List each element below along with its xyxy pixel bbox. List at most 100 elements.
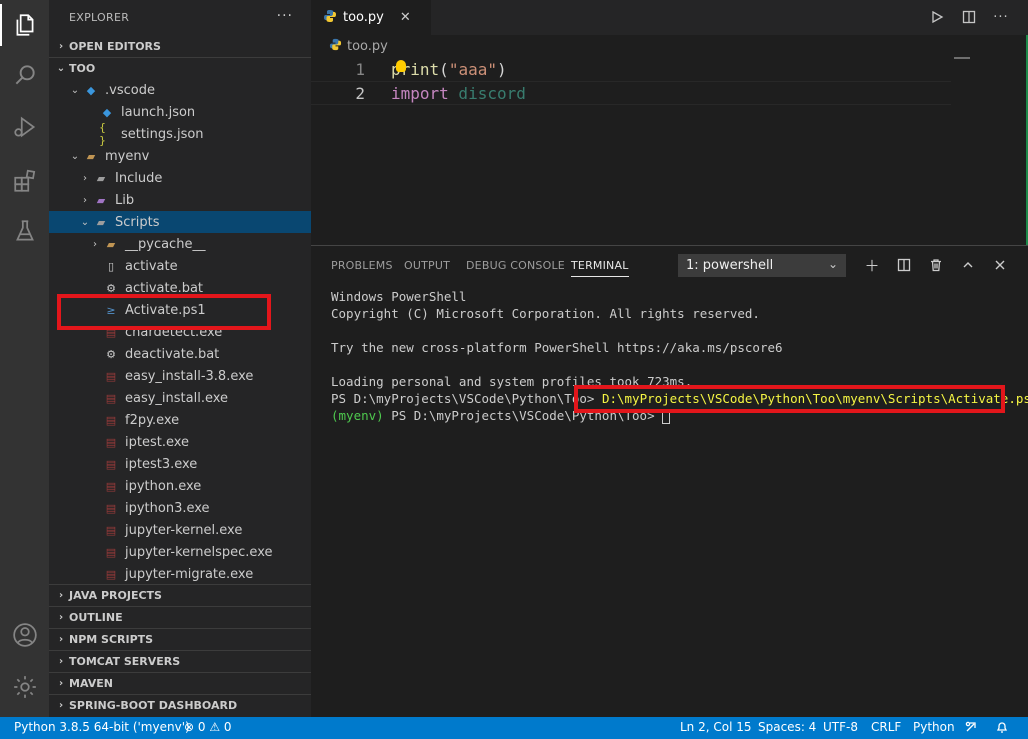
exe-icon: ▤ bbox=[105, 435, 117, 449]
indentation[interactable]: Spaces: 4 bbox=[758, 720, 816, 734]
section-label: MAVEN bbox=[69, 677, 113, 690]
tree-item[interactable]: ▤ ipython.exe bbox=[49, 475, 311, 497]
tree-item-label: activate bbox=[125, 258, 178, 274]
file-icon: ▯ bbox=[107, 259, 115, 273]
section-label: TOMCAT SERVERS bbox=[69, 655, 181, 668]
token-module: discord bbox=[448, 83, 526, 103]
exe-icon: ▤ bbox=[105, 391, 117, 405]
tab-problems[interactable]: PROBLEMS bbox=[331, 259, 393, 272]
chevron-right-icon: › bbox=[83, 172, 87, 184]
tree-item[interactable]: ▤ f2py.exe bbox=[49, 409, 311, 431]
tree-item[interactable]: ▯ activate bbox=[49, 255, 311, 277]
tree-item[interactable]: ◆ launch.json bbox=[49, 101, 311, 123]
notifications-bell-icon[interactable] bbox=[995, 720, 1009, 737]
section-label: TOO bbox=[69, 62, 96, 75]
exe-icon: ▤ bbox=[105, 545, 117, 559]
tree-item[interactable]: ▤ ipython3.exe bbox=[49, 497, 311, 519]
split-editor-icon[interactable] bbox=[960, 8, 978, 26]
tree-item[interactable]: ▤ easy_install.exe bbox=[49, 387, 311, 409]
problems-count[interactable]: ⊗ 0 ⚠ 0 bbox=[184, 720, 232, 734]
section-outline[interactable]: › OUTLINE bbox=[49, 606, 311, 628]
tree-item[interactable]: ▤ jupyter-kernel.exe bbox=[49, 519, 311, 541]
exe-icon: ▤ bbox=[105, 457, 117, 471]
code-line-1[interactable]: 1 print("aaa") bbox=[311, 57, 951, 81]
terminal-select[interactable]: 1: powershell ⌄ bbox=[678, 254, 846, 277]
tab-debug-console[interactable]: DEBUG CONSOLE bbox=[466, 259, 565, 272]
python-interpreter[interactable]: Python 3.8.5 64-bit ('myenv') bbox=[14, 720, 190, 734]
token-paren: ) bbox=[496, 59, 507, 79]
maximize-panel-icon[interactable] bbox=[959, 256, 977, 274]
section-open-editors[interactable]: › OPEN EDITORS bbox=[49, 35, 311, 57]
minimap[interactable] bbox=[954, 57, 970, 59]
account-icon[interactable] bbox=[12, 622, 38, 648]
exe-icon: ▤ bbox=[105, 413, 117, 427]
folder-lib-icon: ▰ bbox=[96, 193, 106, 207]
code-text: print("aaa") bbox=[391, 60, 507, 79]
tab-output[interactable]: OUTPUT bbox=[404, 259, 450, 272]
tree-item[interactable]: ▤ jupyter-migrate.exe bbox=[49, 563, 311, 585]
tab-too-py[interactable]: too.py ✕ bbox=[311, 0, 431, 35]
tree-item[interactable]: ⌄ ▰ myenv bbox=[49, 145, 311, 167]
live-share-icon[interactable] bbox=[964, 720, 978, 737]
line-endings[interactable]: CRLF bbox=[871, 720, 901, 734]
tree-item[interactable]: › ▰ Include bbox=[49, 167, 311, 189]
active-indicator bbox=[0, 4, 2, 46]
search-icon[interactable] bbox=[12, 62, 38, 88]
venv-indicator: (myenv) bbox=[331, 408, 384, 423]
explorer-files-icon[interactable] bbox=[12, 12, 38, 38]
python-file-icon bbox=[329, 38, 342, 55]
editor-tab-bar: too.py ✕ ··· bbox=[311, 0, 1028, 35]
breadcrumb[interactable]: too.py bbox=[311, 35, 1028, 57]
tree-item[interactable]: ▤ jupyter-kernelspec.exe bbox=[49, 541, 311, 563]
section-tomcat-servers[interactable]: › TOMCAT SERVERS bbox=[49, 650, 311, 672]
code-editor[interactable]: 1 print("aaa") 2 import discord bbox=[311, 57, 1028, 245]
close-tab-icon[interactable]: ✕ bbox=[400, 10, 411, 25]
language-mode[interactable]: Python bbox=[913, 720, 955, 734]
python-file-icon bbox=[323, 9, 337, 27]
chevron-right-icon: › bbox=[93, 238, 97, 250]
section-maven[interactable]: › MAVEN bbox=[49, 672, 311, 694]
extensions-icon[interactable] bbox=[12, 168, 38, 194]
chevron-right-icon: › bbox=[58, 678, 64, 689]
run-debug-icon[interactable] bbox=[12, 114, 38, 140]
tree-item[interactable]: ⌄ ◆ .vscode bbox=[49, 79, 311, 101]
token-paren: ( bbox=[439, 59, 449, 79]
tree-item[interactable]: › ▰ Lib bbox=[49, 189, 311, 211]
section-npm-scripts[interactable]: › NPM SCRIPTS bbox=[49, 628, 311, 650]
terminal-select-value: 1: powershell bbox=[686, 258, 774, 273]
chevron-right-icon: › bbox=[58, 634, 64, 645]
tree-item-label: launch.json bbox=[121, 104, 196, 120]
code-line-2[interactable]: 2 import discord bbox=[311, 81, 951, 105]
chevron-right-icon: › bbox=[58, 656, 64, 667]
tree-item[interactable]: › ▰ __pycache__ bbox=[49, 233, 311, 255]
terminal-line: Copyright (C) Microsoft Corporation. All… bbox=[331, 306, 760, 321]
more-actions-icon[interactable]: ··· bbox=[277, 8, 293, 24]
split-terminal-icon[interactable] bbox=[895, 256, 913, 274]
section-java-projects[interactable]: › JAVA PROJECTS bbox=[49, 584, 311, 606]
folder-gear-icon: ▰ bbox=[96, 215, 106, 229]
tree-item[interactable]: ▤ iptest3.exe bbox=[49, 453, 311, 475]
trash-icon[interactable] bbox=[927, 256, 945, 274]
section-root-folder[interactable]: ⌄ TOO bbox=[49, 57, 311, 79]
settings-gear-icon[interactable] bbox=[12, 674, 38, 700]
testing-flask-icon[interactable] bbox=[12, 218, 38, 244]
close-panel-icon[interactable] bbox=[991, 256, 1009, 274]
section-label: OUTLINE bbox=[69, 611, 123, 624]
more-editor-actions-icon[interactable]: ··· bbox=[992, 8, 1010, 26]
run-file-icon[interactable] bbox=[928, 8, 946, 26]
tree-item[interactable]: ▤ easy_install-3.8.exe bbox=[49, 365, 311, 387]
section-spring-boot-dashboard[interactable]: › SPRING-BOOT DASHBOARD bbox=[49, 694, 311, 716]
tree-item-label: jupyter-kernelspec.exe bbox=[125, 544, 273, 560]
cursor-position[interactable]: Ln 2, Col 15 bbox=[680, 720, 752, 734]
tree-item[interactable]: ⌄ ▰ Scripts bbox=[49, 211, 311, 233]
chevron-right-icon: › bbox=[83, 194, 87, 206]
lightbulb-icon[interactable] bbox=[396, 60, 406, 72]
tree-item[interactable]: ▤ iptest.exe bbox=[49, 431, 311, 453]
tab-terminal[interactable]: TERMINAL bbox=[571, 259, 629, 277]
new-terminal-icon[interactable]: ＋ bbox=[863, 256, 881, 275]
file-encoding[interactable]: UTF-8 bbox=[823, 720, 858, 734]
tree-item[interactable]: ⚙ deactivate.bat bbox=[49, 343, 311, 365]
tree-item[interactable]: { } settings.json bbox=[49, 121, 311, 147]
folder-gear-icon: ▰ bbox=[96, 171, 106, 185]
